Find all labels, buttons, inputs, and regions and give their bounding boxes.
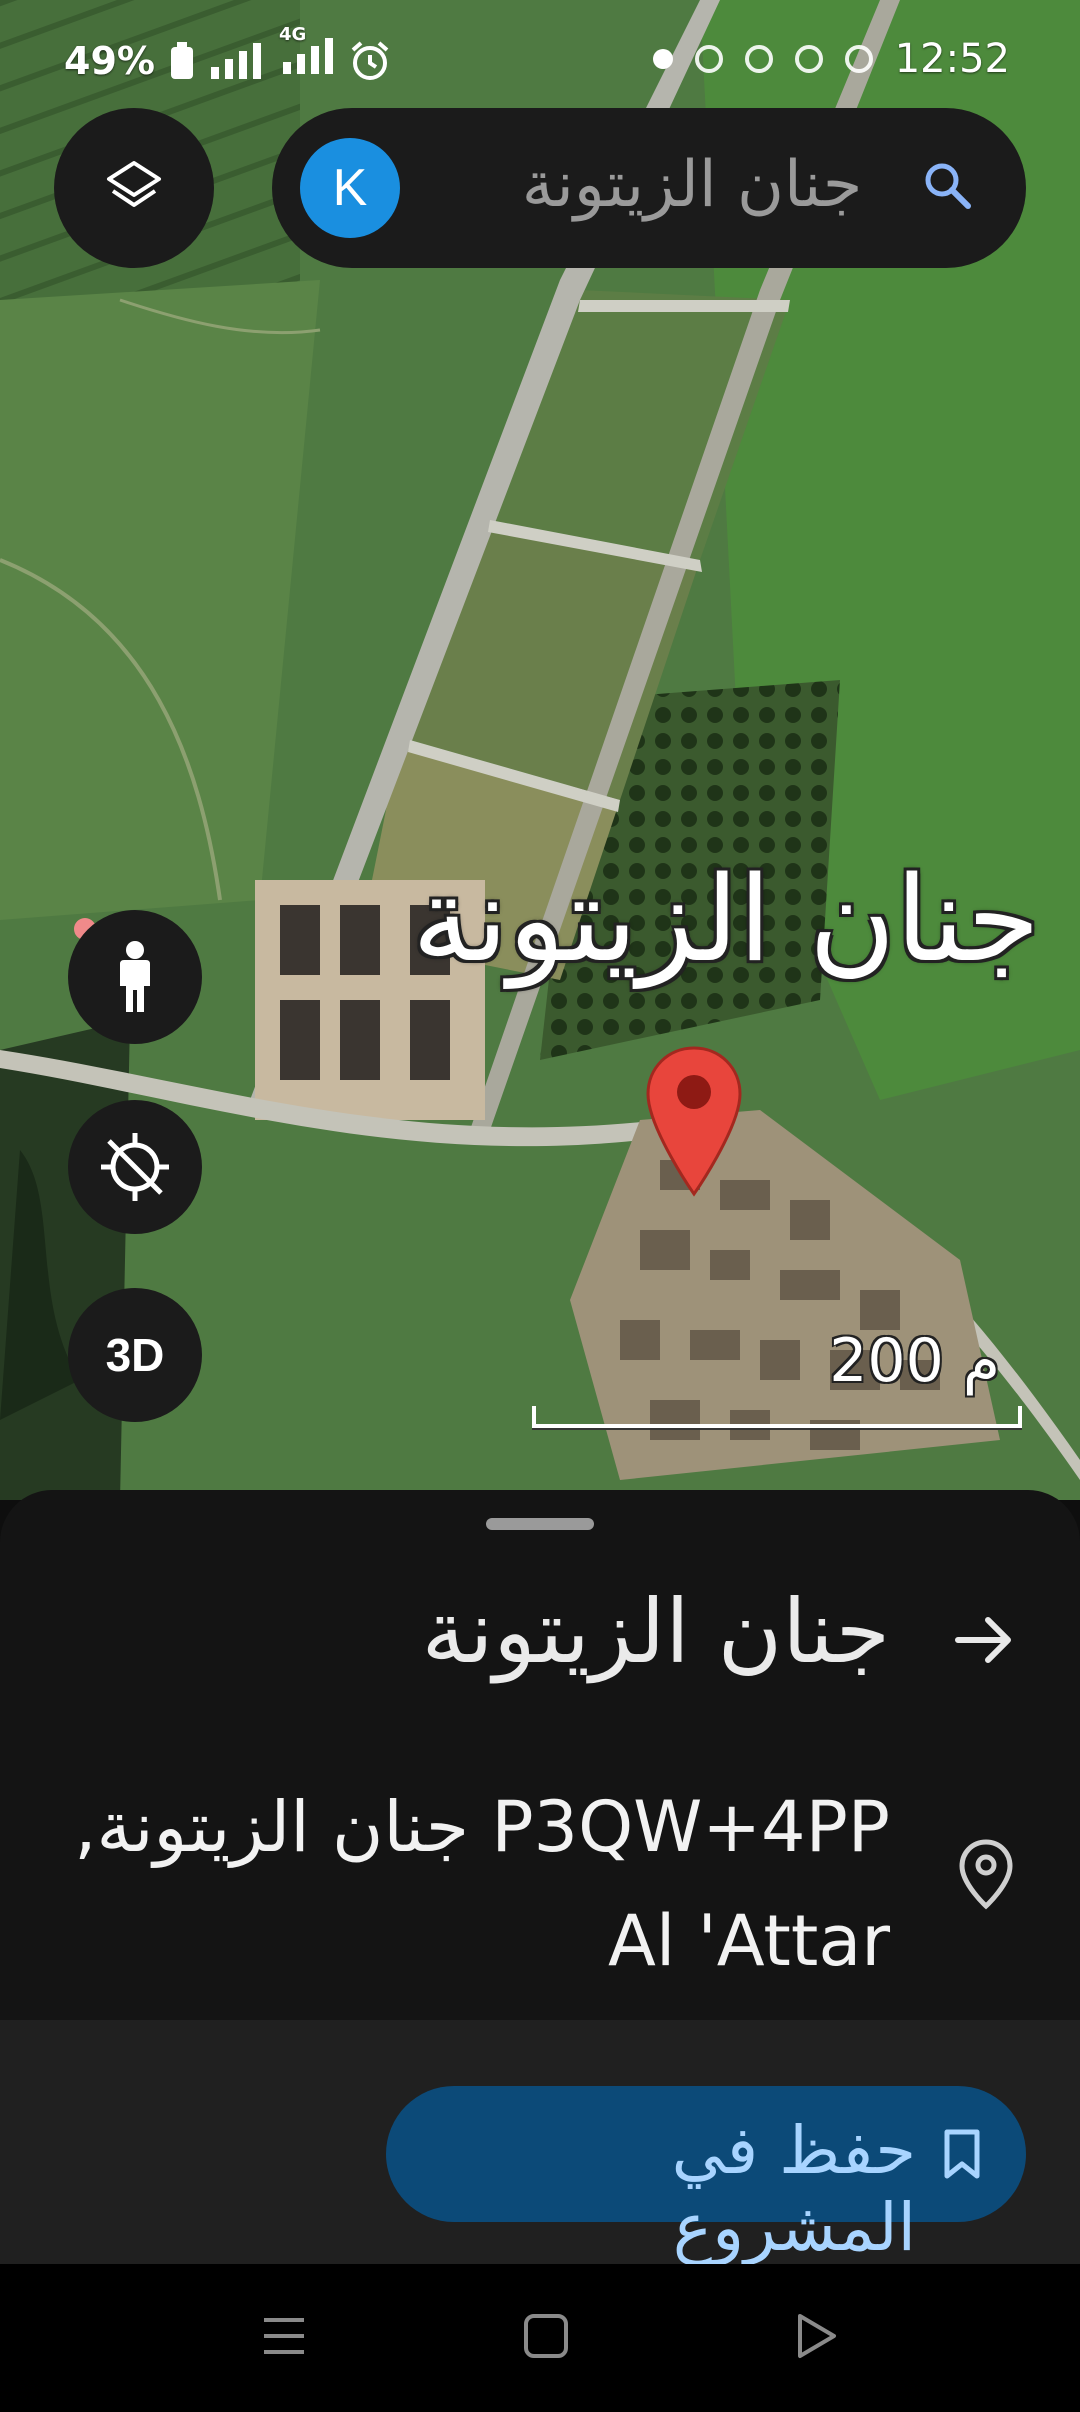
- my-location-button[interactable]: [68, 1100, 202, 1234]
- actions-row: حفظ في المشروع: [0, 2020, 1080, 2266]
- network-type: 4G: [278, 24, 307, 45]
- location-disabled-icon: [101, 1133, 169, 1201]
- address-line-1: P3QW+4PP جنان الزيتونة,: [74, 1786, 890, 1868]
- arrow-right-icon[interactable]: [952, 1608, 1016, 1672]
- place-address: P3QW+4PP جنان الزيتونة, Al 'Attar: [40, 1770, 890, 1998]
- location-pin-outline-icon: [959, 1839, 1013, 1910]
- battery-icon: [170, 41, 193, 79]
- bookmark-icon: [944, 2129, 980, 2179]
- facebook-notification-icon: [694, 45, 723, 73]
- scale-bar: [532, 1406, 1022, 1428]
- messenger-notification-icon: [744, 45, 773, 73]
- signal-bars-icon: [210, 42, 261, 79]
- triangle-back-icon[interactable]: [790, 2310, 842, 2362]
- search-bar[interactable]: K جنان الزيتونة: [272, 108, 1026, 268]
- address-line-2: Al 'Attar: [607, 1900, 890, 1982]
- clock: 12:52: [894, 36, 1010, 82]
- square-icon[interactable]: [520, 2310, 572, 2362]
- map-place-label[interactable]: جنان الزيتونة: [360, 850, 1040, 988]
- save-to-project-button[interactable]: حفظ في المشروع: [386, 2086, 1026, 2266]
- search-input[interactable]: جنان الزيتونة: [432, 148, 952, 228]
- menu-lines-icon[interactable]: [258, 2310, 310, 2362]
- app-notification-icon: [844, 45, 873, 73]
- street-view-button[interactable]: [68, 910, 202, 1044]
- place-bottom-sheet[interactable]: جنان الزيتونة P3QW+4PP جنان الزيتونة, Al…: [0, 1490, 1080, 2020]
- messenger-notification-icon-2: [794, 45, 823, 73]
- alarm-icon: [351, 40, 389, 80]
- layers-button[interactable]: [54, 108, 214, 268]
- layers-icon: [107, 161, 161, 207]
- notification-dot-icon: [652, 49, 673, 69]
- sheet-drag-handle[interactable]: [486, 1518, 594, 1530]
- status-bar: 49% 4G 12:52: [0, 0, 1080, 120]
- red-map-pin-icon: [646, 1046, 742, 1197]
- street-view-pegman-icon: [120, 941, 150, 1012]
- battery-percent: 49%: [64, 38, 155, 83]
- scale-label: 200 م: [829, 1326, 1000, 1396]
- view-3d-button[interactable]: 3D: [68, 1288, 202, 1422]
- system-navigation-bar: [0, 2264, 1080, 2412]
- place-title: جنان الزيتونة: [421, 1580, 890, 1683]
- save-button-label: حفظ في المشروع: [671, 2112, 916, 2266]
- search-icon[interactable]: [920, 158, 976, 214]
- account-avatar[interactable]: K: [300, 138, 400, 238]
